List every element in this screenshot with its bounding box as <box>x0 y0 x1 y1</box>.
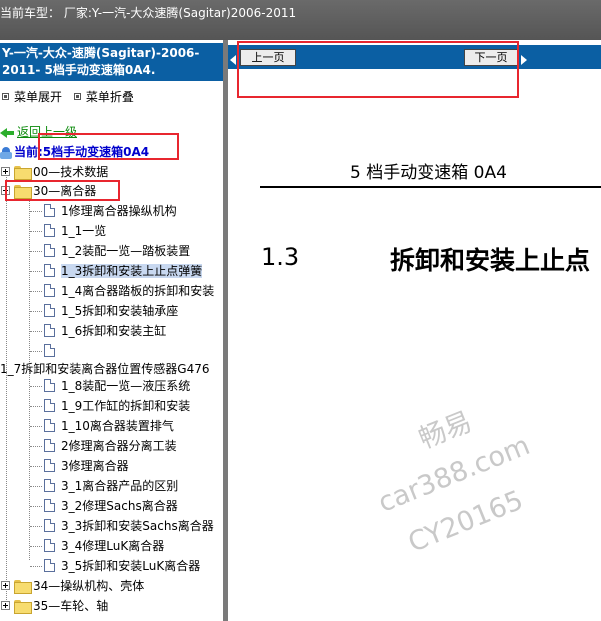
content-panel: 上一页 下一页 5 档手动变速箱 0A4 1.3 拆卸和安装上止点 畅易 car… <box>228 40 601 621</box>
watermark-line-1: 畅易 <box>414 406 477 456</box>
tree-item[interactable]: 1_4离合器踏板的拆卸和安装 <box>30 281 214 301</box>
page-navigation-bar: 上一页 下一页 <box>228 45 601 69</box>
document-icon <box>44 399 55 412</box>
tree-item[interactable] <box>30 341 61 361</box>
tree-item[interactable]: 2修理离合器分离工装 <box>30 436 177 456</box>
menu-toggle-row: 菜单展开 菜单折叠 <box>0 88 140 106</box>
next-page-button[interactable]: 下一页 <box>464 49 518 66</box>
prev-page-button[interactable]: 上一页 <box>240 49 296 66</box>
tree-panel: Y-一汽-大众-速腾(Sagitar)-2006- 2011- 5档手动变速箱0… <box>0 40 223 621</box>
document-icon <box>44 304 55 317</box>
folder-open-icon <box>14 184 32 199</box>
tree-item[interactable]: 1_8装配一览—液压系统 <box>30 376 190 396</box>
document-icon <box>44 344 55 357</box>
tree-folder-34[interactable]: 34—操纵机构、壳体 <box>1 576 144 596</box>
tree-item[interactable]: 1_6拆卸和安装主缸 <box>30 321 166 341</box>
document-icon <box>44 499 55 512</box>
back-link[interactable]: 返回上一级 <box>0 122 77 142</box>
document-icon <box>44 459 55 472</box>
tree-item[interactable]: 1修理离合器操纵机构 <box>30 201 177 221</box>
tree-item[interactable]: 3_1离合器产品的区别 <box>30 476 178 496</box>
document-icon <box>44 519 55 532</box>
tree-folder-35[interactable]: 35—车轮、轴 <box>1 596 108 616</box>
window-titlebar: 当前车型： 厂家:Y-一汽-大众速腾(Sagitar)2006-2011 <box>0 0 601 40</box>
tree-item-selected[interactable]: 1_3拆卸和安装上止点弹簧 <box>30 261 203 281</box>
back-arrow-icon <box>0 127 14 139</box>
document-title: 5 档手动变速箱 0A4 <box>350 163 507 183</box>
title-divider <box>260 186 601 188</box>
document-icon <box>44 419 55 432</box>
collapse-icon[interactable] <box>1 186 10 195</box>
document-icon <box>44 224 55 237</box>
tree-panel-header: Y-一汽-大众-速腾(Sagitar)-2006- 2011- 5档手动变速箱0… <box>0 43 223 81</box>
watermark-line-2: car388.com <box>374 429 535 519</box>
tree-item[interactable]: 3修理离合器 <box>30 456 129 476</box>
document-icon <box>44 539 55 552</box>
tree-item[interactable]: 3_3拆卸和安装Sachs离合器 <box>30 516 214 536</box>
tree-folder-30[interactable]: 30—离合器 <box>1 181 96 201</box>
tree-item[interactable]: 3_2修理Sachs离合器 <box>30 496 178 516</box>
current-node-icon <box>0 146 12 159</box>
document-icon <box>44 324 55 337</box>
current-node: 当前:5档手动变速箱0A4 <box>0 142 149 162</box>
square-bullet-icon <box>2 93 9 100</box>
arrow-right-icon <box>521 55 527 65</box>
expand-icon[interactable] <box>1 167 10 176</box>
document-icon <box>44 204 55 217</box>
tree-item[interactable]: 3_4修理LuK离合器 <box>30 536 164 556</box>
folder-icon <box>14 579 32 594</box>
document-icon <box>44 439 55 452</box>
header-line-1: Y-一汽-大众-速腾(Sagitar)-2006- <box>2 46 200 60</box>
section-title: 拆卸和安装上止点 <box>390 246 591 275</box>
tree-item[interactable]: 1_1一览 <box>30 221 106 241</box>
expand-icon[interactable] <box>1 601 10 610</box>
watermark-line-3: CY20165 <box>404 484 528 559</box>
tree-guide-line <box>6 172 7 600</box>
tree-item[interactable]: 3_5拆卸和安装LuK离合器 <box>30 556 200 576</box>
document-icon <box>44 379 55 392</box>
folder-icon <box>14 165 32 180</box>
current-vehicle-label: 当前车型： 厂家:Y-一汽-大众速腾(Sagitar)2006-2011 <box>0 6 297 20</box>
document-icon <box>44 479 55 492</box>
menu-expand-button[interactable]: 菜单展开 <box>0 88 62 105</box>
tree-item[interactable]: 1_9工作缸的拆卸和安装 <box>30 396 190 416</box>
document-icon <box>44 284 55 297</box>
document-icon <box>44 264 55 277</box>
tree-item[interactable]: 1_2装配一览—踏板装置 <box>30 241 190 261</box>
header-line-2: 2011- 5档手动变速箱0A4. <box>2 63 156 77</box>
document-icon <box>44 244 55 257</box>
expand-icon[interactable] <box>1 581 10 590</box>
document-icon <box>44 559 55 572</box>
menu-collapse-button[interactable]: 菜单折叠 <box>72 88 134 105</box>
tree-item[interactable]: 1_5拆卸和安装轴承座 <box>30 301 178 321</box>
arrow-left-icon <box>230 55 236 65</box>
tree-item[interactable]: 1_10离合器装置排气 <box>30 416 174 436</box>
square-bullet-icon <box>73 93 81 100</box>
tree-folder-00[interactable]: 00—技术数据 <box>1 162 108 182</box>
folder-icon <box>14 599 32 614</box>
section-number: 1.3 <box>261 243 300 271</box>
